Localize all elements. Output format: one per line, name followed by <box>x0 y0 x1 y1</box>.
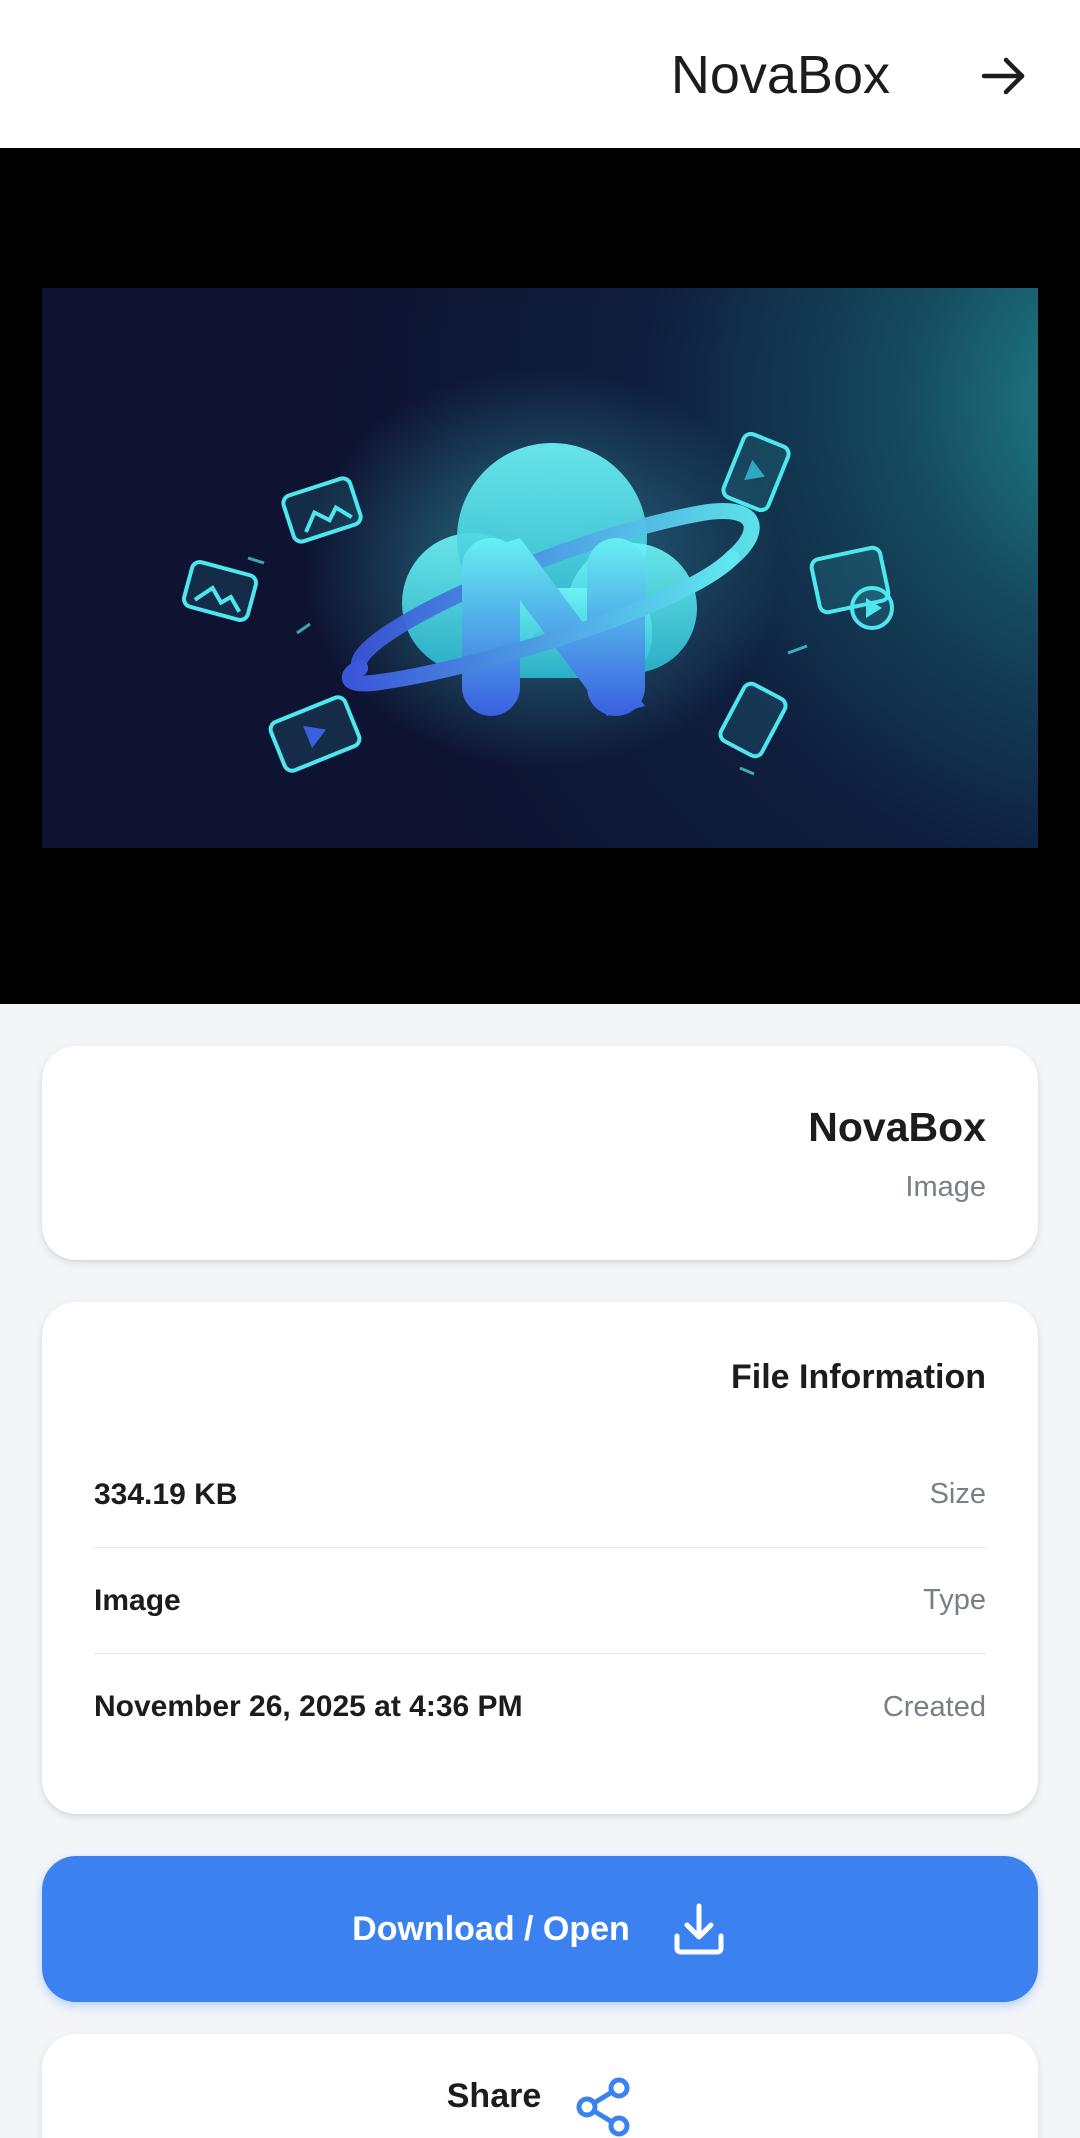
size-value: 334.19 KB <box>94 1477 238 1511</box>
info-row-type: Image Type <box>94 1548 986 1654</box>
file-info-card: File Information 334.19 KB Size Image Ty… <box>42 1302 1038 1814</box>
download-open-label: Download / Open <box>352 1909 630 1948</box>
file-kind: Image <box>905 1171 986 1203</box>
info-row-created: November 26, 2025 at 4:36 PM Created <box>94 1654 986 1760</box>
video-icon <box>809 545 894 630</box>
size-label: Size <box>929 1478 986 1510</box>
share-button[interactable]: Share <box>42 2034 1038 2138</box>
file-name: NovaBox <box>808 1104 986 1150</box>
type-label: Type <box>923 1584 986 1616</box>
preview-image[interactable] <box>42 288 1038 848</box>
created-value: November 26, 2025 at 4:36 PM <box>94 1690 523 1723</box>
arrow-right-icon[interactable] <box>968 40 1040 112</box>
file-details-screen: NovaBox NovaBox Image File Information 3… <box>0 0 1080 2138</box>
created-label: Created <box>882 1690 986 1723</box>
file-info-title: File Information <box>731 1358 986 1396</box>
share-label: Share <box>446 2077 542 2115</box>
file-title-card: NovaBox Image <box>42 1046 1038 1260</box>
image-preview <box>0 148 1080 1004</box>
download-icon <box>670 1900 728 1958</box>
video-file-icon <box>268 695 362 773</box>
image-icon <box>181 560 259 622</box>
app-bar: NovaBox <box>0 0 1080 148</box>
type-value: Image <box>94 1583 181 1617</box>
app-bar-title: NovaBox <box>670 45 890 105</box>
video-file-icon <box>721 431 791 513</box>
download-open-button[interactable]: Download / Open <box>42 1856 1038 2002</box>
share-icon <box>575 2076 633 2138</box>
info-row-size: 334.19 KB Size <box>94 1442 986 1548</box>
